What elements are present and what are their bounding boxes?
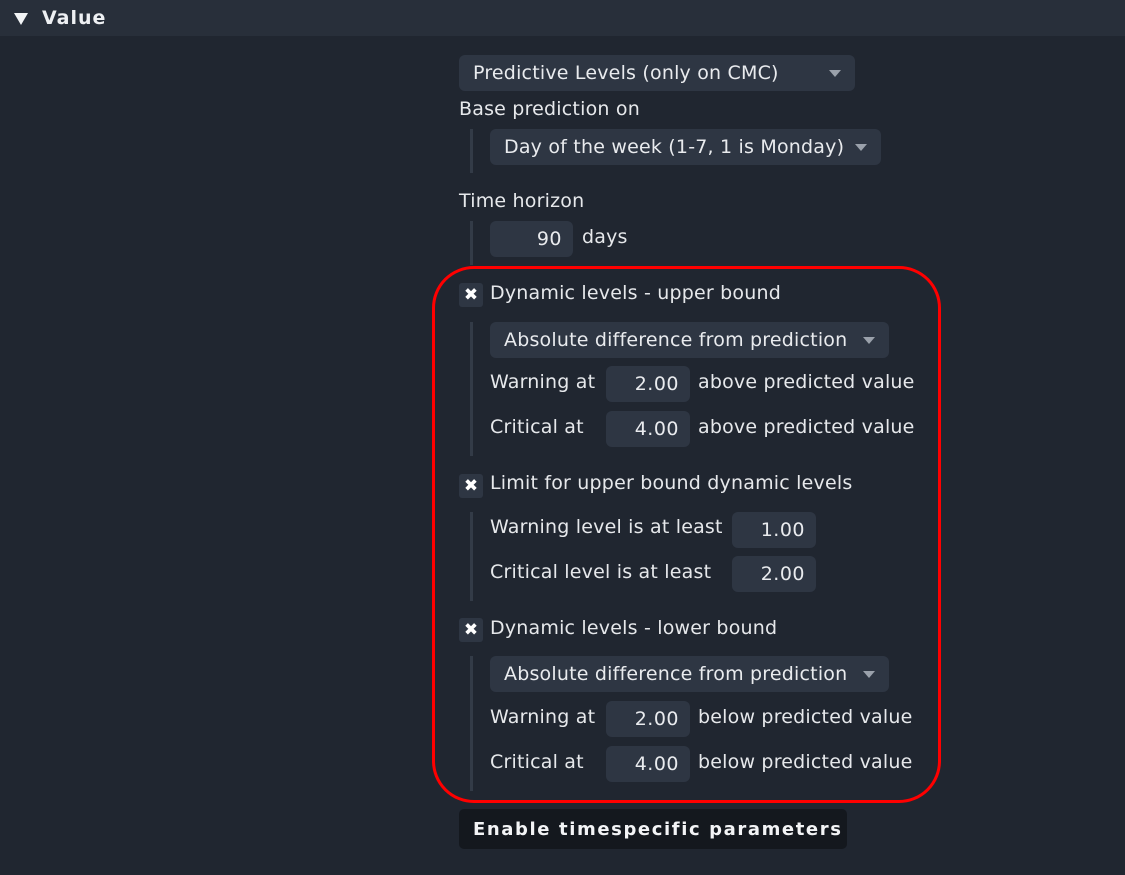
levels-type-selected: Predictive Levels (only on CMC) <box>473 62 779 84</box>
lower-bound-mode-select[interactable]: Absolute difference from prediction <box>490 656 889 692</box>
time-horizon-input[interactable]: 90 <box>490 221 573 257</box>
upper-bound-label: Dynamic levels - upper bound <box>490 282 781 304</box>
base-prediction-select[interactable]: Day of the week (1-7, 1 is Monday) <box>490 129 881 165</box>
lower-warning-label: Warning at <box>490 706 596 728</box>
time-horizon-label: Time horizon <box>459 190 585 212</box>
upper-bound-checkbox[interactable]: ✖ <box>459 283 483 307</box>
triangle-down-icon[interactable] <box>14 13 28 25</box>
upper-critical-input[interactable]: 4.00 <box>606 411 690 447</box>
dropdown-arrow-icon <box>863 337 875 344</box>
lower-critical-input[interactable]: 4.00 <box>606 746 690 782</box>
dropdown-arrow-icon <box>829 70 841 77</box>
upper-bound-mode-selected: Absolute difference from prediction <box>504 329 848 351</box>
limit-critical-label: Critical level is at least <box>490 561 712 583</box>
lower-critical-suffix: below predicted value <box>698 751 913 773</box>
upper-warning-suffix: above predicted value <box>698 371 915 393</box>
upper-bound-mode-select[interactable]: Absolute difference from prediction <box>490 322 889 358</box>
dropdown-arrow-icon <box>863 671 875 678</box>
indent-line <box>470 322 473 456</box>
lower-critical-label: Critical at <box>490 751 584 773</box>
enable-timespecific-button[interactable]: Enable timespecific parameters <box>459 809 847 849</box>
limit-warning-label: Warning level is at least <box>490 516 723 538</box>
x-mark-icon: ✖ <box>463 476 479 496</box>
upper-limit-label: Limit for upper bound dynamic levels <box>490 472 853 494</box>
lower-warning-input[interactable]: 2.00 <box>606 701 690 737</box>
lower-bound-mode-selected: Absolute difference from prediction <box>504 663 848 685</box>
levels-type-select[interactable]: Predictive Levels (only on CMC) <box>459 55 855 91</box>
limit-warning-input[interactable]: 1.00 <box>732 512 816 548</box>
x-mark-icon: ✖ <box>463 620 479 640</box>
dropdown-arrow-icon <box>855 144 867 151</box>
upper-warning-label: Warning at <box>490 371 596 393</box>
section-title: Value <box>42 7 107 29</box>
base-prediction-label: Base prediction on <box>459 98 640 120</box>
section-header[interactable]: Value <box>0 0 1125 36</box>
time-horizon-unit: days <box>582 226 628 248</box>
upper-critical-label: Critical at <box>490 416 584 438</box>
indent-line <box>470 129 473 173</box>
base-prediction-selected: Day of the week (1-7, 1 is Monday) <box>504 136 845 158</box>
lower-bound-label: Dynamic levels - lower bound <box>490 617 778 639</box>
upper-warning-input[interactable]: 2.00 <box>606 366 690 402</box>
upper-critical-suffix: above predicted value <box>698 416 915 438</box>
upper-limit-checkbox[interactable]: ✖ <box>459 474 483 498</box>
lower-bound-checkbox[interactable]: ✖ <box>459 618 483 642</box>
indent-line <box>470 221 473 265</box>
indent-line <box>470 656 473 791</box>
x-mark-icon: ✖ <box>463 285 479 305</box>
lower-warning-suffix: below predicted value <box>698 706 913 728</box>
limit-critical-input[interactable]: 2.00 <box>732 556 816 592</box>
indent-line <box>470 512 473 601</box>
